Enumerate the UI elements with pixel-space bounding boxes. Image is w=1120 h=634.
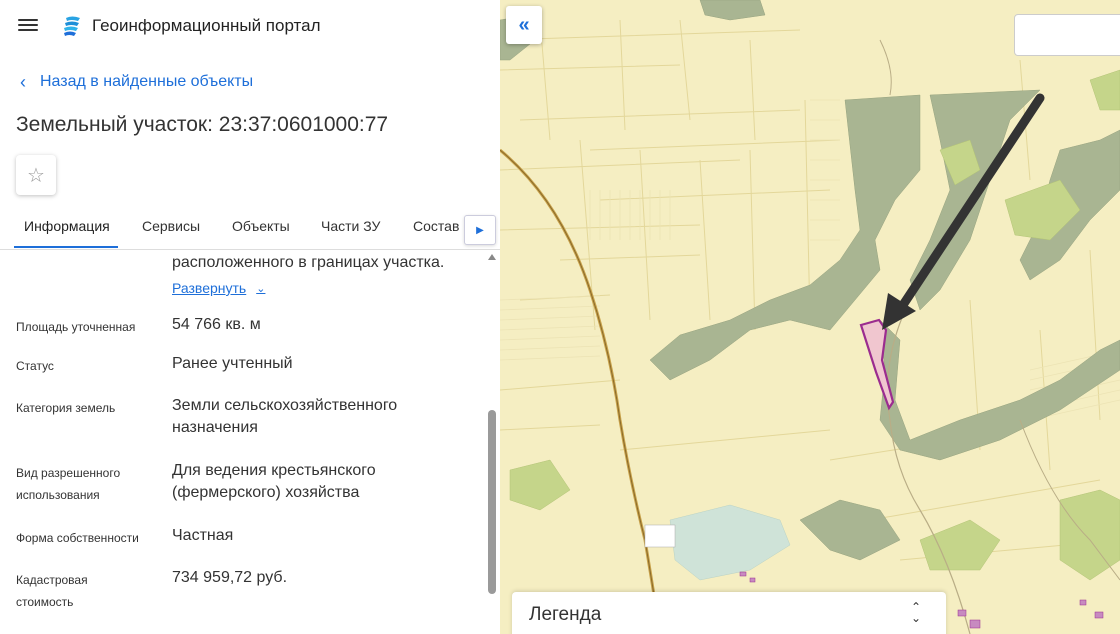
land-category-label: Категория земель: [16, 401, 116, 415]
cadastral-value-label: Кадастровая стоимость: [16, 573, 88, 609]
caret-right-icon: ▶: [476, 224, 484, 236]
map-search-input[interactable]: [1014, 14, 1120, 56]
scrollbar-thumb[interactable]: [488, 410, 496, 594]
expand-collapse-icon[interactable]: ⌃ ⌄: [908, 601, 924, 624]
chevron-down-icon: ⌄: [256, 282, 266, 295]
back-link-label: Назад в найденные объекты: [40, 73, 254, 90]
expand-label: Развернуть: [172, 280, 247, 296]
legend-panel[interactable]: Легенда ⌃ ⌄: [512, 592, 946, 634]
map-canvas: [500, 0, 1120, 634]
permitted-use-value: Для ведения крестьянского (фермерского) …: [172, 462, 376, 501]
tabs-scroll-right-button[interactable]: ▶: [464, 215, 496, 245]
favorite-button[interactable]: ☆: [16, 155, 56, 195]
app-title: Геоинформационный портал: [92, 16, 321, 35]
scroll-up-arrow-icon[interactable]: [488, 254, 496, 260]
tab-composition[interactable]: Состав: [413, 218, 459, 234]
chevron-left-icon: ‹: [20, 72, 26, 92]
portal-logo-icon: [64, 16, 80, 36]
active-tab-indicator: [14, 246, 118, 248]
tab-information[interactable]: Информация: [24, 218, 110, 234]
legend-title: Легенда: [529, 604, 602, 625]
double-chevron-left-icon: «: [518, 13, 530, 36]
permitted-use-label: Вид разрешенного использования: [16, 466, 121, 502]
status-label: Статус: [16, 359, 54, 373]
tab-parts[interactable]: Части ЗУ: [321, 218, 380, 234]
menu-icon[interactable]: [16, 16, 40, 36]
info-panel: Геоинформационный портал ‹ Назад в найде…: [0, 0, 500, 634]
object-title: Земельный участок: 23:37:0601000:77: [16, 113, 389, 136]
tab-bar: Информация Сервисы Объекты Части ЗУ Сост…: [0, 210, 500, 250]
area-value: 54 766 кв. м: [172, 316, 261, 333]
area-label: Площадь уточненная: [16, 320, 136, 334]
expand-link[interactable]: Развернуть ⌄: [172, 280, 265, 296]
app-header: Геоинформационный портал: [0, 0, 500, 52]
star-icon: ☆: [27, 164, 45, 187]
collapse-panel-button[interactable]: «: [506, 6, 542, 44]
cadastral-value: 734 959,72 руб.: [172, 569, 288, 586]
status-value: Ранее учтенный: [172, 355, 293, 372]
tab-services[interactable]: Сервисы: [142, 218, 200, 234]
back-to-results-link[interactable]: ‹ Назад в найденные объекты: [20, 71, 253, 93]
details-content: расположенного в границах участка. Разве…: [0, 250, 486, 634]
description-continuation: расположенного в границах участка.: [172, 254, 445, 271]
details-scrollbar[interactable]: [486, 252, 498, 634]
land-category-value: Земли сельскохозяйственного назначения: [172, 397, 398, 436]
tab-objects[interactable]: Объекты: [232, 218, 290, 234]
ownership-label: Форма собственности: [16, 531, 139, 545]
map-view[interactable]: [500, 0, 1120, 634]
ownership-value: Частная: [172, 527, 234, 544]
